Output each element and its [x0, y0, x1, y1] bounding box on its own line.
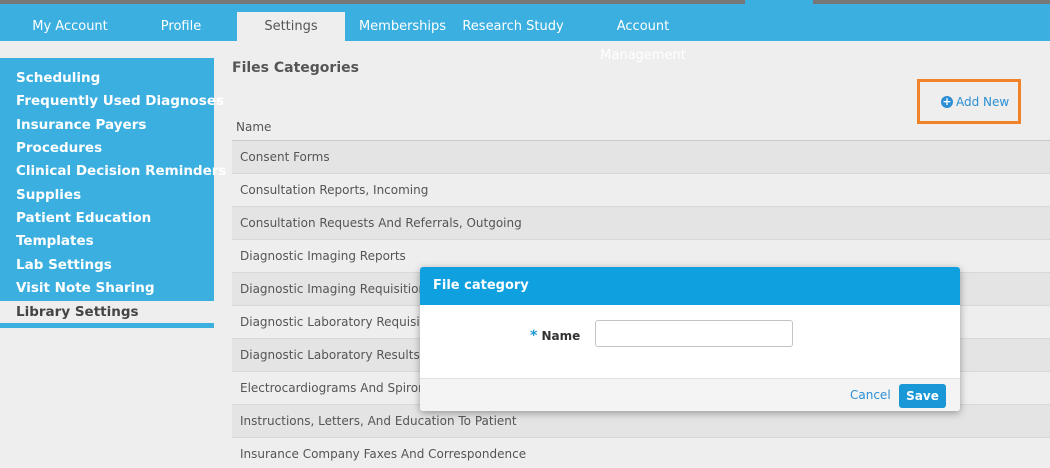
- tab-settings[interactable]: Settings: [237, 12, 345, 41]
- tab-memberships[interactable]: Memberships: [355, 12, 450, 41]
- sidebar-item-lab-settings[interactable]: Lab Settings: [16, 257, 112, 273]
- page-title: Files Categories: [232, 60, 359, 76]
- plus-circle-icon: +: [941, 95, 953, 108]
- tab-profile[interactable]: Profile: [140, 12, 222, 41]
- tab-bar: My Account Profile Settings Memberships …: [0, 4, 1050, 63]
- sidebar-item-templates[interactable]: Templates: [16, 233, 94, 249]
- table-row[interactable]: Consent Forms: [232, 141, 1050, 174]
- dialog-title: File category: [420, 267, 960, 305]
- sidebar-item-visit-note-sharing[interactable]: Visit Note Sharing: [16, 280, 155, 296]
- table-row[interactable]: Consultation Requests And Referrals, Out…: [232, 207, 1050, 240]
- sidebar-item-procedures[interactable]: Procedures: [16, 140, 102, 156]
- cancel-button[interactable]: Cancel: [850, 388, 891, 402]
- required-asterisk: *: [530, 328, 538, 344]
- sidebar-bottom-bar: [0, 323, 214, 328]
- name-field-label: * Name: [530, 328, 580, 344]
- file-category-dialog: File category * Name Cancel Save: [420, 267, 960, 411]
- name-label-text: Name: [541, 329, 581, 343]
- sidebar-item-insurance-payers[interactable]: Insurance Payers: [16, 117, 146, 133]
- column-header-name[interactable]: Name: [236, 120, 271, 134]
- add-new-button[interactable]: + Add New: [941, 95, 1009, 109]
- sidebar-item-frequently-used-diagnoses[interactable]: Frequently Used Diagnoses: [16, 93, 224, 109]
- table-row[interactable]: Consultation Reports, Incoming: [232, 174, 1050, 207]
- tab-account-management[interactable]: Account Management: [572, 12, 714, 63]
- sidebar-item-patient-education[interactable]: Patient Education: [16, 210, 151, 226]
- sidebar-item-supplies[interactable]: Supplies: [16, 187, 81, 203]
- tab-my-account[interactable]: My Account: [0, 12, 140, 41]
- sidebar-item-library-settings[interactable]: Library Settings: [16, 304, 139, 320]
- sidebar-item-scheduling[interactable]: Scheduling: [16, 70, 100, 86]
- add-new-label: Add New: [956, 95, 1010, 109]
- name-input[interactable]: [595, 320, 793, 347]
- save-button[interactable]: Save: [899, 384, 946, 408]
- sidebar-item-clinical-decision-reminders[interactable]: Clinical Decision Reminders: [16, 163, 226, 179]
- dialog-footer: Cancel Save: [420, 378, 960, 411]
- dialog-body: * Name: [420, 305, 960, 378]
- table-row[interactable]: Insurance Company Faxes And Corresponden…: [232, 438, 1050, 468]
- tab-research-study[interactable]: Research Study: [460, 12, 566, 41]
